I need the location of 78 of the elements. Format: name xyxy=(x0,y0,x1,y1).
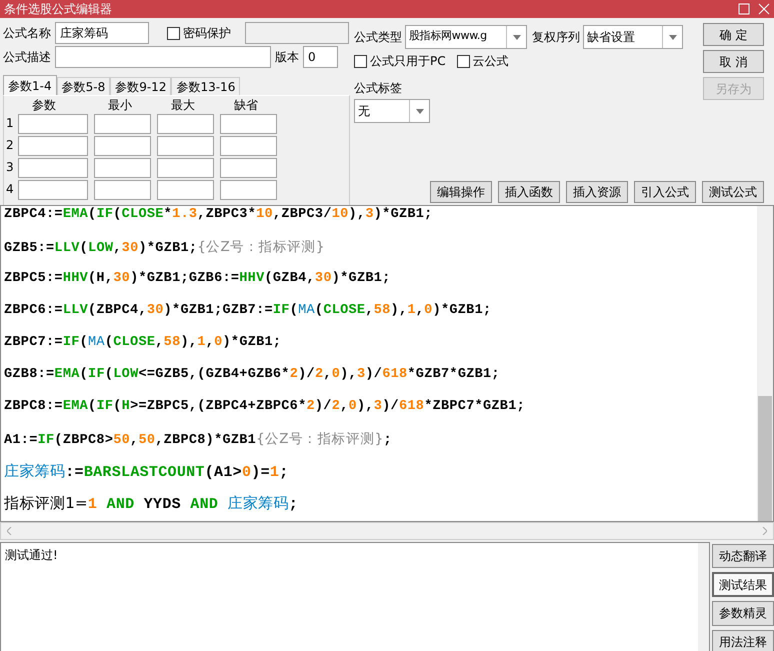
scrollbar[interactable] xyxy=(757,206,773,521)
row-number: 1 xyxy=(6,115,15,132)
side-button[interactable]: 用法注释 xyxy=(712,630,774,651)
dialog-button[interactable]: 取 消 xyxy=(703,50,764,73)
input-field[interactable] xyxy=(94,180,151,200)
input-field[interactable] xyxy=(18,158,88,178)
toolbar-button[interactable]: 测试公式 xyxy=(702,181,764,203)
output-text: 测试通过! xyxy=(4,547,59,564)
input-field[interactable] xyxy=(157,136,214,156)
input-field[interactable] xyxy=(157,180,214,200)
caret-icon xyxy=(512,34,520,40)
input-field[interactable] xyxy=(220,158,277,178)
checkbox-label: 密码保护 xyxy=(183,25,231,42)
dropdown[interactable]: 股指标网www.g xyxy=(405,25,527,49)
code-line: 指标评测1=1 AND YYDS AND 庄家筹码; xyxy=(4,494,299,515)
row-number: 4 xyxy=(6,181,15,198)
field-label: 复权序列 xyxy=(532,29,580,46)
field-label: 公式描述 xyxy=(3,49,51,66)
code-line: 庄家筹码:=BARSLASTCOUNT(A1>0)=1; xyxy=(4,462,290,483)
dropdown[interactable]: 缺省设置 xyxy=(583,25,683,49)
code-line: GZB8:=EMA(IF(LOW<=GZB5,(GZB4+GZB6*2)/2,0),3)/618*GZB7*GZB1; xyxy=(4,366,501,384)
input-field[interactable] xyxy=(157,114,214,134)
checkbox[interactable] xyxy=(167,26,180,40)
input-field[interactable] xyxy=(94,136,151,156)
input-field[interactable] xyxy=(18,114,88,134)
password-field[interactable] xyxy=(245,22,349,44)
name-field[interactable]: 庄家筹码 xyxy=(55,22,149,44)
dialog-button[interactable]: 确 定 xyxy=(703,23,764,46)
code-line: ZBPC7:=IF(MA(CLOSE,58),1,0)*GZB1; xyxy=(4,334,282,352)
tab[interactable]: 参数13-16 xyxy=(171,77,240,95)
input-field[interactable] xyxy=(94,114,151,134)
field-label: 版本 xyxy=(275,49,299,66)
tab[interactable]: 参数5-8 xyxy=(56,77,110,95)
code-line: ZBPC4:=EMA(IF(CLOSE*1.3,ZBPC3*10,ZBPC3/10),3)*GZB1; xyxy=(4,206,434,224)
field-label: 公式标签 xyxy=(354,80,403,97)
checkbox[interactable] xyxy=(456,54,470,68)
column-header: 最小 xyxy=(107,98,133,112)
input-field[interactable] xyxy=(220,136,277,156)
caret-icon xyxy=(416,108,424,114)
side-button[interactable]: 测试结果 xyxy=(712,572,774,598)
input-field[interactable] xyxy=(18,136,88,156)
window-title: 条件选股公式编辑器 xyxy=(4,1,113,18)
toolbar-button[interactable]: 插入资源 xyxy=(566,181,628,203)
code-editor[interactable] xyxy=(0,205,774,522)
description-field[interactable] xyxy=(55,46,271,68)
input-field[interactable] xyxy=(220,114,277,134)
code-line: GZB5:=LLV(LOW,30)*GZB1;{公Z号：指标评测} xyxy=(4,238,326,258)
side-button[interactable]: 动态翻译 xyxy=(712,544,774,568)
column-header: 缺省 xyxy=(233,98,259,112)
input-field[interactable] xyxy=(18,180,88,200)
row-number: 2 xyxy=(6,137,15,154)
column-header: 最大 xyxy=(170,98,196,112)
row-number: 3 xyxy=(6,159,15,176)
field-label: 公式类型 xyxy=(354,29,402,46)
caret-icon xyxy=(668,34,676,40)
code-line: ZBPC5:=HHV(H,30)*GZB1;GZB6:=HHV(GZB4,30)*GZB1; xyxy=(4,270,392,288)
horizontal-scrollbar[interactable] xyxy=(0,522,774,540)
dropdown[interactable]: 无 xyxy=(354,99,430,123)
toolbar-button[interactable]: 插入函数 xyxy=(498,181,560,203)
column-header: 参数 xyxy=(31,98,57,112)
scroll-left-icon[interactable] xyxy=(7,527,12,535)
code-line: A1:=IF(ZBPC8>50,50,ZBPC8)*GZB1{公Z号：指标评测}; xyxy=(4,430,393,450)
field-label: 公式名称 xyxy=(3,25,51,42)
side-button[interactable]: 参数精灵 xyxy=(712,601,774,626)
checkbox-label: 公式只用于PC xyxy=(370,53,446,70)
tab[interactable]: 参数1-4 xyxy=(3,75,57,95)
scroll-right-icon[interactable] xyxy=(762,527,767,535)
checkbox[interactable] xyxy=(354,54,367,68)
toolbar-button[interactable]: 引入公式 xyxy=(634,181,696,203)
version-field[interactable]: 0 xyxy=(303,46,338,68)
input-field[interactable] xyxy=(94,158,151,178)
tab[interactable]: 参数9-12 xyxy=(110,77,172,95)
code-line: ZBPC6:=LLV(ZBPC4,30)*GZB1;GZB7:=IF(MA(CLOSE,58),1,0)*GZB1; xyxy=(4,302,492,320)
code-line: ZBPC8:=EMA(IF(H>=ZBPC5,(ZBPC4+ZBPC6*2)/2,0),3)/618*ZBPC7*GZB1; xyxy=(4,398,526,416)
toolbar-button[interactable]: 编辑操作 xyxy=(430,181,492,203)
input-field[interactable] xyxy=(220,180,277,200)
input-field[interactable] xyxy=(157,158,214,178)
checkbox-label: 云公式 xyxy=(472,53,509,70)
